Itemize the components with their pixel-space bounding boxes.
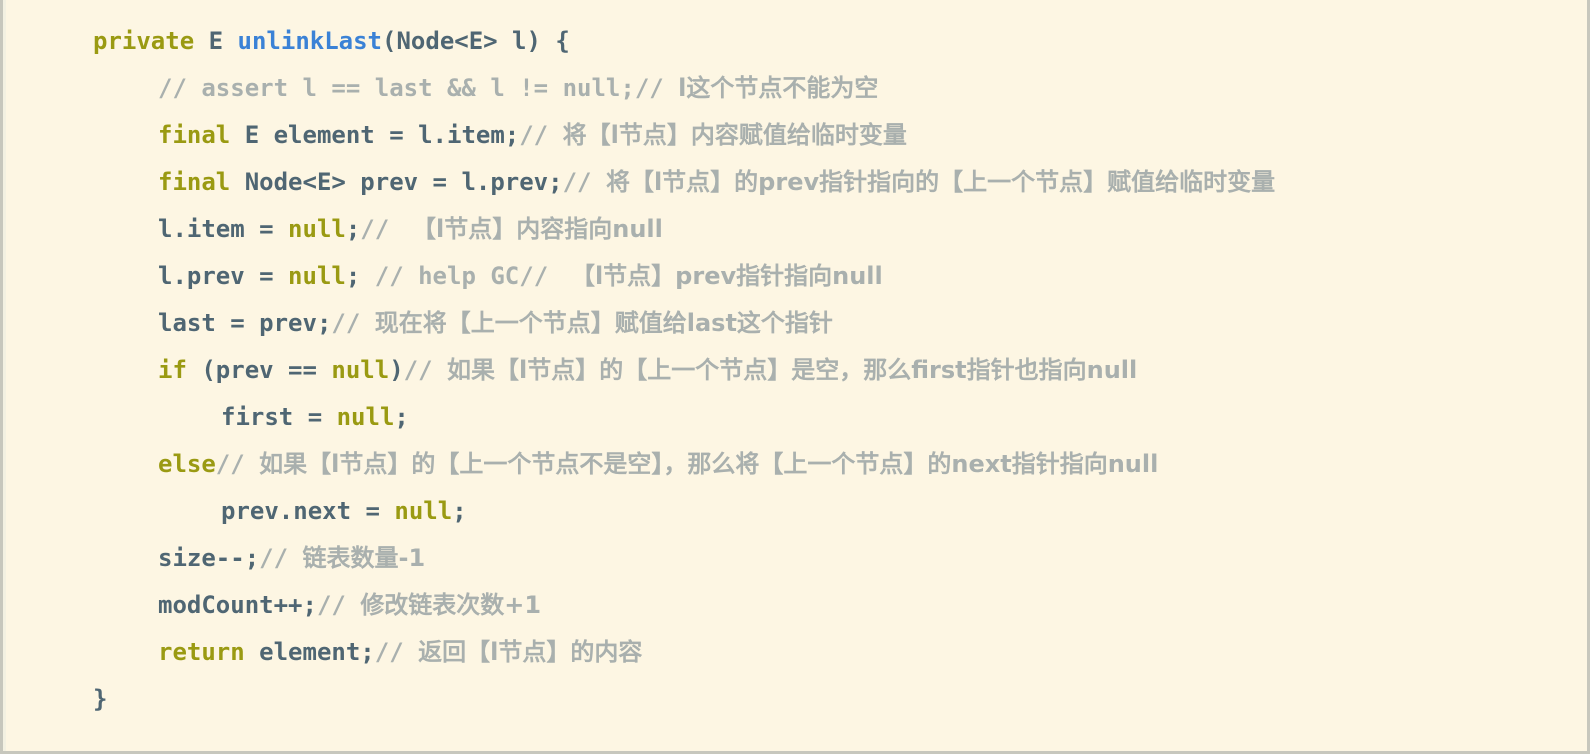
token-keyword: final [158, 168, 231, 196]
token-identifier: (prev == [186, 356, 332, 384]
code-line: final E element = l.item;// 将【l节点】内容赋值给临… [3, 112, 1587, 159]
token-keyword: if [158, 356, 187, 384]
token-keyword: final [158, 121, 231, 149]
token-comment: // [215, 450, 260, 478]
token-method-name: unlinkLast [237, 27, 383, 55]
token-keyword: else [158, 450, 216, 478]
token-comment-cjk: 修改链表次数+1 [360, 591, 542, 619]
token-comment-cjk: 链表数量-1 [302, 544, 426, 572]
code-line-list: private E unlinkLast(Node<E> l) {// asse… [3, 18, 1587, 723]
code-block: private E unlinkLast(Node<E> l) {// asse… [0, 0, 1590, 754]
code-line: // assert l == last && l != null;// l这个节… [3, 65, 1587, 112]
token-comment-cjk: 如果【l节点】的【上一个节点不是空】，那么将【上一个节点】的next指针指向nu… [259, 450, 1159, 478]
token-comment: // [316, 591, 361, 619]
code-line: private E unlinkLast(Node<E> l) { [3, 18, 1587, 65]
token-identifier: prev.next = [221, 497, 395, 525]
token-identifier: modCount++; [158, 591, 317, 619]
token-comment: // [374, 638, 419, 666]
token-comment-cjk: 现在将【上一个节点】赋值给last这个指针 [374, 309, 833, 337]
token-comment: // [360, 215, 404, 243]
token-identifier: element; [244, 638, 375, 666]
token-identifier: E element = l.item; [230, 121, 520, 149]
token-comment-cjk: l这个节点不能为空 [678, 74, 879, 102]
token-identifier: Node<E> prev = l.prev; [230, 168, 563, 196]
token-comment: // [259, 544, 303, 572]
token-type: E [208, 27, 224, 55]
token-comment: // [562, 168, 606, 196]
code-line: first = null; [3, 394, 1587, 441]
token-null-literal: null [288, 215, 346, 243]
token-identifier: ; [394, 403, 409, 431]
token-identifier: last = prev; [158, 309, 332, 337]
token-comment-cjk: 如果【l节点】的【上一个节点】是空，那么first指针也指向null [447, 356, 1138, 384]
token-identifier: size--; [158, 544, 260, 572]
token-comment: // assert l == last && l != null;// [158, 74, 679, 102]
code-line: return element;// 返回【l节点】的内容 [3, 629, 1587, 676]
token-null-literal: null [336, 403, 395, 431]
token-identifier: l.prev = [158, 262, 289, 290]
token-null-literal: null [394, 497, 453, 525]
code-line: l.item = null;// 【l节点】内容指向null [3, 206, 1587, 253]
token-identifier: l.item = [158, 215, 289, 243]
token-identifier: ; [452, 497, 467, 525]
token-keyword: return [158, 638, 245, 666]
token-comment: // [519, 121, 563, 149]
token-identifier: (Node<E> l) { [382, 27, 570, 55]
token-comment: // help GC// [374, 262, 563, 290]
token-comment-cjk: 【l节点】内容指向null [403, 215, 663, 243]
token-identifier: } [93, 685, 108, 713]
token-identifier [194, 27, 208, 55]
token-keyword: private [93, 27, 195, 55]
code-line: else// 如果【l节点】的【上一个节点不是空】，那么将【上一个节点】的nex… [3, 441, 1587, 488]
code-line: prev.next = null; [3, 488, 1587, 535]
token-comment: // [331, 309, 375, 337]
token-comment-cjk: 【l节点】prev指针指向null [562, 262, 883, 290]
code-line: size--;// 链表数量-1 [3, 535, 1587, 582]
token-comment: // [403, 356, 448, 384]
token-comment-cjk: 将【l节点】的prev指针指向的【上一个节点】赋值给临时变量 [605, 168, 1276, 196]
token-identifier: ; [345, 215, 361, 243]
code-line: } [3, 676, 1587, 723]
token-identifier: ; [345, 262, 375, 290]
code-line: modCount++;// 修改链表次数+1 [3, 582, 1587, 629]
code-line: last = prev;// 现在将【上一个节点】赋值给last这个指针 [3, 300, 1587, 347]
token-comment-cjk: 将【l节点】内容赋值给临时变量 [562, 121, 907, 149]
token-identifier: first = [221, 403, 337, 431]
token-identifier: ) [389, 356, 404, 384]
code-line: l.prev = null; // help GC// 【l节点】prev指针指… [3, 253, 1587, 300]
token-comment-cjk: 返回【l节点】的内容 [418, 638, 643, 666]
token-null-literal: null [331, 356, 390, 384]
code-line: if (prev == null)// 如果【l节点】的【上一个节点】是空，那么… [3, 347, 1587, 394]
token-null-literal: null [288, 262, 346, 290]
token-identifier [223, 27, 237, 55]
code-line: final Node<E> prev = l.prev;// 将【l节点】的pr… [3, 159, 1587, 206]
